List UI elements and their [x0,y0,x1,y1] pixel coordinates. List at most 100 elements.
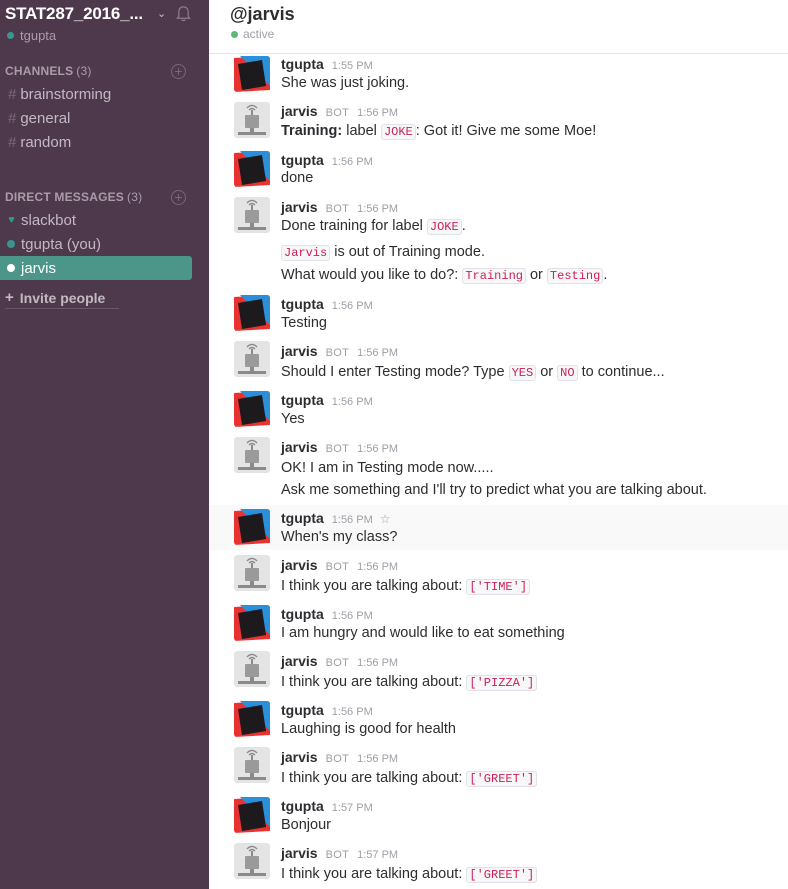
message-time[interactable]: 1:56 PM [357,753,398,765]
channels-header[interactable]: CHANNELS (3) [5,64,92,78]
message-author[interactable]: tgupta [281,296,324,312]
message-time[interactable]: 1:55 PM [332,60,373,72]
chevron-down-icon[interactable]: ⌄ [157,7,166,20]
text-fragment: . [603,267,608,283]
message-author[interactable]: tgupta [281,392,324,408]
bot-badge: BOT [325,203,350,215]
message-time[interactable]: 1:56 PM [357,657,398,669]
avatar[interactable] [234,843,270,879]
message-author[interactable]: tgupta [281,606,324,622]
message: tgupta 1:56 PM Yes [209,389,788,435]
message-author[interactable]: tgupta [281,798,324,814]
hash-icon: # [8,86,17,103]
message-text: OK! I am in Testing mode now..... [281,460,494,476]
page-title[interactable]: @jarvis [230,4,295,25]
avatar[interactable] [234,747,270,783]
avatar[interactable] [234,197,270,233]
channel-header: @jarvis active [209,0,788,54]
message-author[interactable]: jarvis [281,557,318,573]
message-meta: tgupta 1:56 PM [281,392,373,408]
channel-label: general [20,110,71,127]
bot-badge: BOT [325,561,350,573]
message-author[interactable]: jarvis [281,199,318,215]
status-indicator: active [231,27,274,41]
message-time[interactable]: 1:56 PM [332,706,373,718]
message-author[interactable]: jarvis [281,439,318,455]
message-time[interactable]: 1:56 PM [357,347,398,359]
star-icon[interactable]: ☆ [380,512,391,526]
current-user[interactable]: tgupta [7,28,56,43]
message-time[interactable]: 1:56 PM [332,300,373,312]
message-time[interactable]: 1:56 PM [332,610,373,622]
text-fragment: I think you are talking about: [281,674,467,690]
message-text: I think you are talking about: ['TIME'] [281,578,531,595]
message: jarvis BOT 1:56 PM Done training for lab… [209,196,788,290]
inline-code: ['TIME'] [466,579,531,595]
message: tgupta 1:56 PM I am hungry and would lik… [209,603,788,649]
message-author[interactable]: jarvis [281,343,318,359]
inline-code: NO [557,365,578,381]
message-meta: jarvis BOT 1:56 PM [281,653,398,669]
text-fragment: What would you like to do?: [281,267,463,283]
message-time[interactable]: 1:56 PM [357,203,398,215]
message-text: Laughing is good for health [281,721,456,737]
sidebar-item-general[interactable]: # general [8,110,70,127]
sidebar-item-jarvis[interactable]: jarvis [0,256,192,280]
message-meta: tgupta 1:55 PM [281,56,373,72]
message-author[interactable]: tgupta [281,56,324,72]
invite-people-button[interactable]: + Invite people [5,287,119,309]
message-author[interactable]: tgupta [281,510,324,526]
sidebar-item-slackbot[interactable]: ♥ slackbot [0,208,192,232]
avatar[interactable] [234,437,270,473]
text-fragment: label [342,123,381,139]
message-meta: jarvis BOT 1:57 PM [281,845,398,861]
avatar[interactable] [234,701,270,737]
channels-header-label: CHANNELS [5,64,74,78]
bell-icon[interactable] [175,5,192,23]
add-channel-icon[interactable]: + [171,64,186,79]
text-fragment: Done training for label [281,218,427,234]
message-author[interactable]: jarvis [281,845,318,861]
inline-code: Testing [546,268,604,284]
team-menu[interactable]: STAT287_2016_... ⌄ tgupta [5,4,205,44]
avatar[interactable] [234,151,270,187]
message-time[interactable]: 1:56 PM [332,156,373,168]
avatar[interactable] [234,509,270,545]
sidebar-item-brainstorming[interactable]: # brainstorming [8,86,111,103]
sidebar-item-tgupta[interactable]: tgupta (you) [0,232,192,256]
text-fragment: I think you are talking about: [281,578,467,594]
message-text: Done training for label JOKE. [281,218,466,235]
team-name[interactable]: STAT287_2016_... [5,4,143,24]
message-time[interactable]: 1:57 PM [357,849,398,861]
message-author[interactable]: tgupta [281,152,324,168]
message-time[interactable]: 1:56 PM [332,396,373,408]
message-author[interactable]: jarvis [281,103,318,119]
message: jarvis BOT 1:56 PM I think you are talki… [209,746,788,792]
message-text: Jarvis is out of Training mode. [281,244,485,261]
message-time[interactable]: 1:56 PM [357,107,398,119]
avatar[interactable] [234,555,270,591]
message-time[interactable]: 1:57 PM [332,802,373,814]
avatar[interactable] [234,391,270,427]
avatar[interactable] [234,797,270,833]
avatar[interactable] [234,651,270,687]
direct-messages-header[interactable]: DIRECT MESSAGES (3) [5,190,142,204]
avatar[interactable] [234,56,270,92]
channel-label: brainstorming [20,86,112,103]
text-fragment: I think you are talking about: [281,866,467,882]
message-time[interactable]: 1:56 PM [357,443,398,455]
message-author[interactable]: jarvis [281,653,318,669]
avatar[interactable] [234,295,270,331]
message-text: I think you are talking about: ['GREET'] [281,770,538,787]
message: jarvis BOT 1:56 PM Should I enter Testin… [209,340,788,386]
message-author[interactable]: jarvis [281,749,318,765]
message-time[interactable]: 1:56 PM [332,514,373,526]
add-dm-icon[interactable]: + [171,190,186,205]
inline-code: YES [508,365,537,381]
avatar[interactable] [234,102,270,138]
message-author[interactable]: tgupta [281,702,324,718]
sidebar-item-random[interactable]: # random [8,134,71,151]
avatar[interactable] [234,341,270,377]
message-time[interactable]: 1:56 PM [357,561,398,573]
avatar[interactable] [234,605,270,641]
